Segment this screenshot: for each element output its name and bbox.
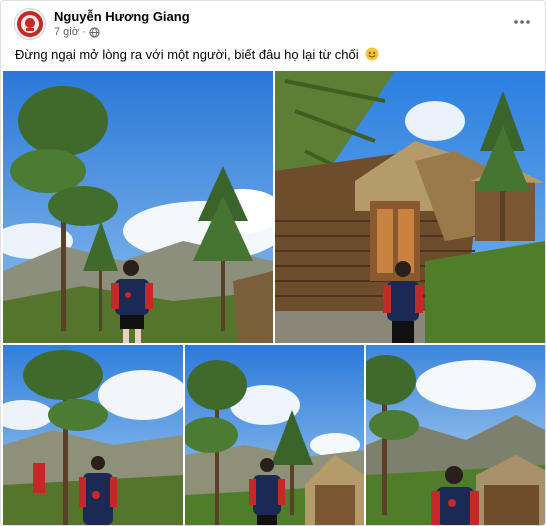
smiling-face-icon xyxy=(365,47,379,64)
avatar[interactable] xyxy=(14,8,46,40)
photo-4-image xyxy=(185,345,364,525)
photo-2-image xyxy=(275,71,545,343)
photo-2[interactable] xyxy=(275,71,545,343)
more-options-button[interactable] xyxy=(511,11,533,33)
more-horizontal-icon xyxy=(514,20,530,24)
author-name[interactable]: Nguyễn Hương Giang xyxy=(54,9,190,24)
photo-3[interactable] xyxy=(3,345,183,525)
photo-5[interactable] xyxy=(366,345,545,525)
post-time[interactable]: 7 giờ · xyxy=(54,26,86,38)
photo-1[interactable] xyxy=(3,71,273,343)
post-meta: 7 giờ · xyxy=(54,26,100,38)
photo-5-image xyxy=(366,345,545,525)
post-header: Nguyễn Hương Giang 7 giờ · xyxy=(1,1,545,45)
avatar-image xyxy=(15,9,45,39)
facebook-post: Nguyễn Hương Giang 7 giờ · Đừng ngại mở … xyxy=(0,0,546,526)
caption-text: Đừng ngại mở lòng ra với một người, biết… xyxy=(15,47,359,62)
photo-4[interactable] xyxy=(185,345,364,525)
photo-1-image xyxy=(3,71,273,343)
globe-icon[interactable] xyxy=(89,26,100,38)
post-caption: Đừng ngại mở lòng ra với một người, biết… xyxy=(15,47,379,64)
photo-3-image xyxy=(3,345,183,525)
